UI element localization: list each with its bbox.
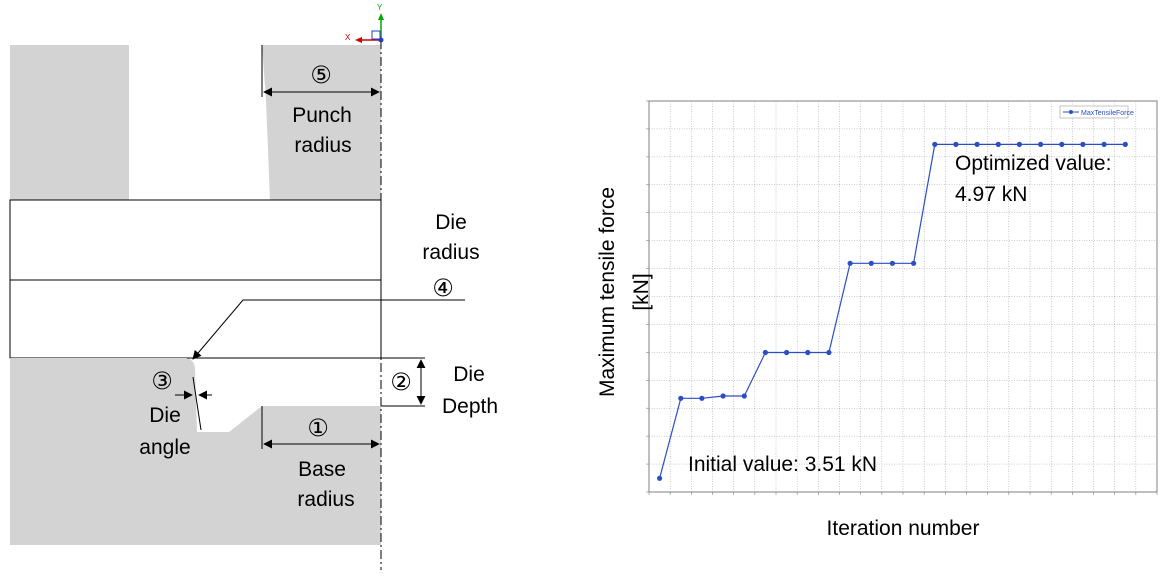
- figure-canvas: Y X ⑤ Punch radius Die radius ④ ② Die De…: [9, 3, 1158, 570]
- data-point-3: [699, 395, 705, 401]
- blank-upper-layer: [9, 199, 382, 281]
- x-axis-head: [355, 37, 362, 43]
- die-body: [10, 358, 381, 545]
- legend-marker: [1069, 110, 1073, 114]
- die-depth-label-line2: Depth: [442, 395, 498, 418]
- data-point-18: [1016, 141, 1023, 147]
- base-radius-label-line2: radius: [297, 488, 354, 511]
- marker-3: ③: [151, 368, 173, 395]
- marker-1: ①: [307, 415, 329, 442]
- data-point-13: [911, 260, 917, 266]
- die-radius-label-line2: radius: [422, 241, 479, 264]
- data-point-2: [678, 395, 684, 401]
- annotation-optimized-line1: Optimized value:: [955, 152, 1111, 175]
- y-axis-title-line1: Maximum tensile force: [596, 187, 619, 397]
- x-axis-title: Iteration number: [827, 517, 980, 540]
- marker-4: ④: [432, 275, 454, 302]
- legend-label: MaxTensileForce: [1081, 110, 1134, 117]
- figure-root: Y X ⑤ Punch radius Die radius ④ ② Die De…: [0, 0, 1161, 572]
- origin-dot: [378, 37, 384, 43]
- base-radius-label-line1: Base: [298, 458, 346, 481]
- punch-radius-label-line2: radius: [294, 134, 351, 157]
- die-radius-label-line1: Die: [435, 211, 467, 234]
- annotation-initial: Initial value: 3.51 kN: [688, 453, 877, 476]
- legend: MaxTensileForce: [1059, 105, 1134, 119]
- data-point-1: [657, 475, 663, 481]
- die-angle-label-line1: Die: [149, 404, 181, 427]
- triad-box: [371, 30, 381, 40]
- data-point-4: [720, 393, 726, 399]
- data-point-14: [932, 141, 938, 147]
- y-axis-title-line2: [kN]: [630, 273, 653, 310]
- data-point-8: [805, 349, 811, 356]
- data-point-20: [1059, 141, 1065, 147]
- data-point-7: [784, 349, 790, 356]
- x-axis-label: X: [345, 33, 351, 42]
- marker-5: ⑤: [310, 62, 332, 89]
- data-point-12: [889, 260, 896, 266]
- blank-lower-layer: [9, 279, 382, 359]
- data-point-10: [847, 260, 853, 266]
- y-axis-head: [378, 13, 384, 20]
- marker-2: ②: [390, 369, 412, 396]
- tooling-diagram: Y X ⑤ Punch radius Die radius ④ ② Die De…: [9, 3, 498, 570]
- optimization-chart: MaxTensileForce Optimized value: 4.97 kN…: [596, 100, 1158, 540]
- data-point-16: [974, 141, 980, 147]
- annotation-optimized-line2: 4.97 kN: [955, 183, 1027, 206]
- punch-left-block: [10, 45, 129, 200]
- data-point-19: [1038, 141, 1044, 147]
- die-depth-label-line1: Die: [453, 363, 485, 386]
- die-angle-label-line2: angle: [139, 436, 190, 459]
- data-point-17: [995, 141, 1001, 147]
- data-point-11: [868, 260, 874, 266]
- data-point-22: [1101, 141, 1107, 147]
- punch-radius-label-line1: Punch: [292, 104, 352, 127]
- data-point-21: [1080, 141, 1086, 147]
- data-point-23: [1122, 141, 1128, 147]
- y-axis-label: Y: [377, 3, 383, 12]
- data-point-6: [762, 349, 769, 356]
- coordinate-triad: Y X: [345, 3, 384, 43]
- data-point-9: [826, 349, 832, 356]
- data-point-5: [741, 393, 747, 399]
- data-point-15: [953, 141, 959, 147]
